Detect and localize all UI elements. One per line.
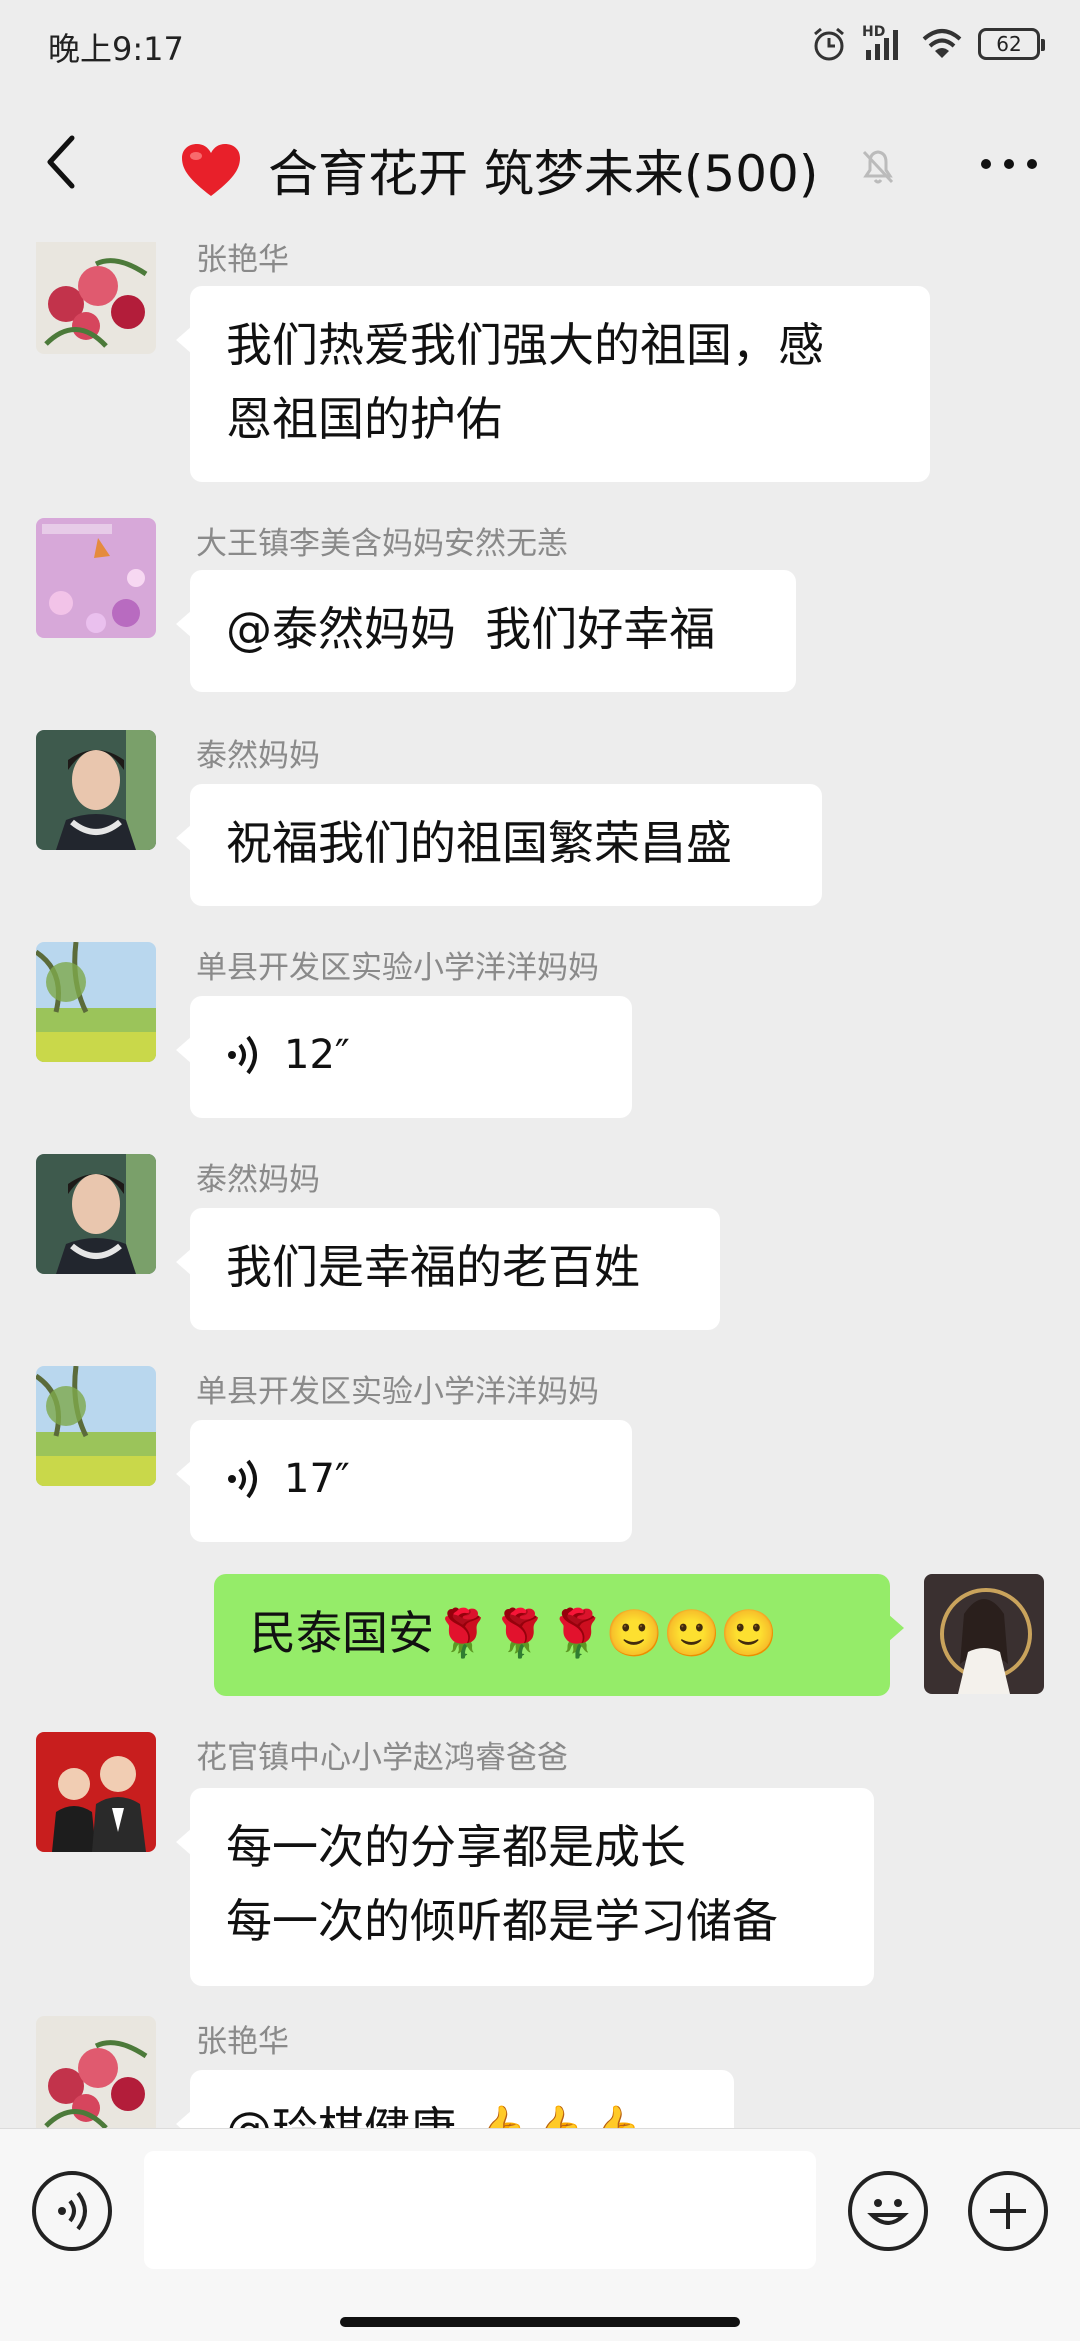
- red-heart-icon: [182, 144, 240, 196]
- voice-input-icon: [58, 2191, 87, 2231]
- message-text: 民泰国安🌹🌹🌹🙂🙂🙂: [250, 1606, 778, 1660]
- message-list[interactable]: 张艳华 我们热爱我们强大的祖国，感 恩祖国的护佑 大王镇李美含妈妈安然无恙 @泰…: [0, 242, 1080, 2128]
- emoji-button[interactable]: [848, 2171, 928, 2251]
- message-text: @玲棋健康 👍👍👍: [226, 2102, 642, 2128]
- message-text-line: 恩祖国的护佑: [226, 392, 502, 446]
- message-input[interactable]: [144, 2151, 816, 2269]
- voice-duration: 12″: [284, 1032, 350, 1078]
- avatar[interactable]: [36, 1366, 156, 1486]
- back-arrow-icon: [47, 135, 75, 189]
- avatar[interactable]: [36, 1154, 156, 1274]
- sender-name: 张艳华: [196, 242, 289, 278]
- message-bubble[interactable]: 我们是幸福的老百姓: [176, 1208, 720, 1330]
- chat-title-group: 合育花开 筑梦未来(500): [180, 134, 818, 206]
- message-text-line: 每一次的分享都是成长: [226, 1820, 686, 1874]
- status-icons: HD 62: [810, 22, 1045, 66]
- message-text: 祝福我们的祖国繁荣昌盛: [226, 816, 732, 870]
- plus-icon: [990, 2193, 1026, 2229]
- message-text-line: 每一次的倾听都是学习储备: [226, 1894, 778, 1948]
- alarm-icon: [814, 27, 844, 61]
- avatar[interactable]: [36, 242, 156, 354]
- sender-name: 花官镇中心小学赵鸿睿爸爸: [196, 1740, 568, 1776]
- avatar[interactable]: [36, 730, 156, 850]
- signal-icon: HD: [862, 24, 906, 62]
- more-actions-button[interactable]: [968, 2171, 1048, 2251]
- self-avatar[interactable]: [924, 1574, 1044, 1694]
- status-time: 晚上9:17: [48, 30, 184, 68]
- message-text: 我们是幸福的老百姓: [226, 1240, 640, 1294]
- sender-name: 大王镇李美含妈妈安然无恙: [196, 526, 568, 562]
- avatar[interactable]: [36, 2016, 156, 2128]
- chat-header: 合育花开 筑梦未来(500): [0, 92, 1080, 242]
- more-button[interactable]: [974, 134, 1044, 194]
- chat-title: 合育花开 筑梦未来(500): [268, 145, 819, 203]
- message-bubble[interactable]: 每一次的分享都是成长 每一次的倾听都是学习储备: [176, 1788, 874, 1986]
- battery-indicator: 62: [978, 28, 1045, 60]
- avatar[interactable]: [36, 942, 156, 1062]
- input-bar: [0, 2128, 1080, 2341]
- sender-name: 泰然妈妈: [196, 1162, 320, 1198]
- message-bubble[interactable]: 我们热爱我们强大的祖国，感 恩祖国的护佑: [176, 286, 930, 482]
- status-bar: 晚上9:17 HD 62: [0, 0, 1080, 92]
- message-bubble[interactable]: @玲棋健康 👍👍👍: [176, 2070, 734, 2128]
- voice-duration: 17″: [284, 1456, 350, 1502]
- voice-wave-icon: [226, 1457, 262, 1501]
- home-indicator: [340, 2317, 740, 2327]
- battery-level: 62: [996, 32, 1022, 56]
- back-button[interactable]: [30, 132, 90, 192]
- emoji-icon: [867, 2199, 909, 2225]
- sender-name: 泰然妈妈: [196, 738, 320, 774]
- sender-name: 张艳华: [196, 2024, 289, 2060]
- more-dots-icon: [981, 159, 1037, 169]
- avatar[interactable]: [36, 518, 156, 638]
- sender-name: 单县开发区实验小学洋洋妈妈: [196, 1374, 599, 1410]
- bell-muted-icon: [862, 150, 894, 184]
- avatar[interactable]: [36, 1732, 156, 1852]
- wifi-icon: [922, 29, 962, 58]
- message-bubble-self[interactable]: 民泰国安🌹🌹🌹🙂🙂🙂: [214, 1574, 904, 1696]
- message-text-line: 我们热爱我们强大的祖国，感: [226, 318, 824, 372]
- sender-name: 单县开发区实验小学洋洋妈妈: [196, 950, 599, 986]
- voice-message-bubble[interactable]: 12″: [176, 996, 632, 1118]
- message-bubble[interactable]: @泰然妈妈 我们好幸福: [176, 570, 796, 692]
- voice-message-bubble[interactable]: 17″: [176, 1420, 632, 1542]
- voice-input-button[interactable]: [32, 2171, 112, 2251]
- message-text: @泰然妈妈 我们好幸福: [226, 602, 716, 656]
- message-bubble[interactable]: 祝福我们的祖国繁荣昌盛: [176, 784, 822, 906]
- voice-wave-icon: [226, 1033, 262, 1077]
